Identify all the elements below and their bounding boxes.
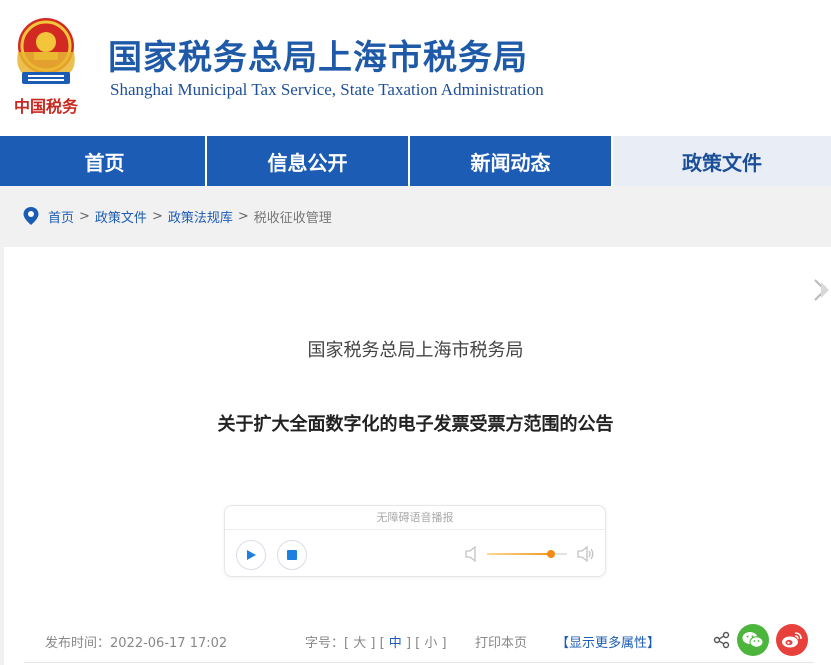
breadcrumb-separator: > [79,208,90,224]
font-size-label: 字号： [305,636,345,651]
publish-date: 2022-06-17 17:02 [110,636,228,651]
volume-slider-fill [487,553,551,555]
side-expand-arrow-icon[interactable] [813,278,831,302]
nav-item-policy-documents[interactable]: 政策文件 [613,136,831,186]
player-label: 无障碍语音播报 [225,506,605,530]
publish-info: 发布时间：2022-06-17 17:02 [45,632,227,651]
accessibility-audio-player: 无障碍语音播报 [224,505,606,577]
tax-emblem-logo[interactable]: 中国税务 [8,12,84,122]
play-button[interactable] [236,540,266,570]
share-icon[interactable] [713,631,731,649]
stop-icon [287,550,297,560]
breadcrumb-current: 税收征收管理 [253,210,332,226]
document-organization: 国家税务总局上海市税务局 [307,340,524,361]
emblem-caption: 中国税务 [14,97,79,116]
divider-line [24,662,814,663]
breadcrumb-separator: > [151,208,163,224]
site-subtitle: Shanghai Municipal Tax Service, State Ta… [110,80,544,99]
font-size-medium[interactable]: 中 [389,636,402,651]
site-header: 中国税务 国家税务总局上海市税务局 Shanghai Municipal Tax… [0,0,831,136]
show-more-attributes-link[interactable]: 【显示更多属性】 [556,632,660,651]
volume-slider[interactable] [487,550,567,558]
breadcrumb-separator: > [237,208,249,224]
play-icon [247,550,256,560]
document-meta-bar: 发布时间：2022-06-17 17:02 字号：[ 大 ] [ 中 ] [ 小… [0,624,831,656]
volume-up-icon[interactable] [577,546,595,562]
font-size-small[interactable]: 小 [424,636,437,651]
breadcrumb-home[interactable]: 首页 [48,207,74,226]
wechat-share-button[interactable] [737,624,769,656]
content-panel [4,247,831,665]
weibo-share-button[interactable] [776,624,808,656]
location-pin-icon [23,207,39,225]
weibo-icon [782,632,802,648]
stop-button[interactable] [277,540,307,570]
nav-item-home[interactable]: 首页 [4,136,207,186]
font-size-control: 字号：[ 大 ] [ 中 ] [ 小 ] [305,636,447,651]
site-title[interactable]: 国家税务总局上海市税务局 [108,30,528,79]
breadcrumb: 首页 > 政策文件 > 政策法规库 > 税收征收管理 [22,205,332,227]
document-title: 关于扩大全面数字化的电子发票受票方范围的公告 [217,414,614,435]
volume-slider-handle[interactable] [547,550,555,558]
breadcrumb-policy-library[interactable]: 政策法规库 [168,207,233,226]
volume-down-icon[interactable] [465,546,479,562]
publish-label: 发布时间： [45,636,111,651]
font-size-large[interactable]: 大 [353,636,366,651]
nav-item-news[interactable]: 新闻动态 [410,136,613,186]
print-page-link[interactable]: 打印本页 [475,632,527,651]
main-nav: 首页 信息公开 新闻动态 政策文件 [0,136,831,186]
breadcrumb-policy-documents[interactable]: 政策文件 [95,207,147,226]
nav-item-info-disclosure[interactable]: 信息公开 [207,136,410,186]
wechat-icon [742,632,764,648]
